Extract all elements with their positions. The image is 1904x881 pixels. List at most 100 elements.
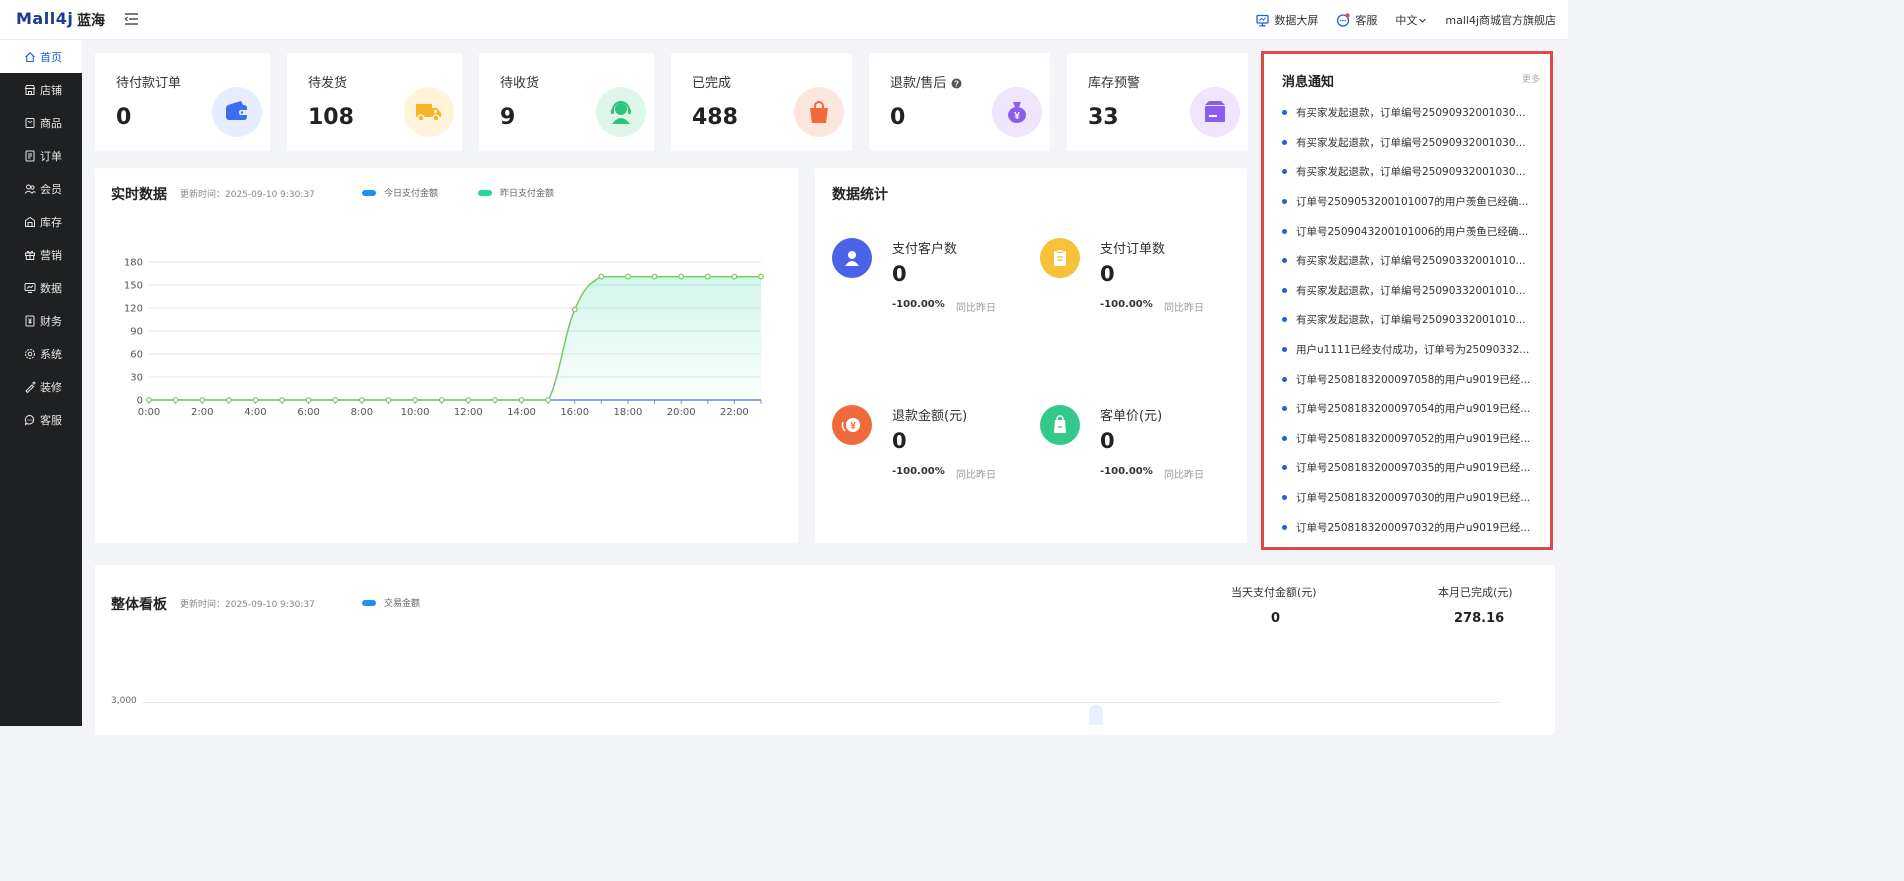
legend-label: 昨日支付金额 [500, 189, 555, 199]
bullet-dot [1282, 169, 1287, 175]
notice-text: 订单号2508183200097058的用户u9019已经... [1296, 373, 1531, 386]
board-update-time: 更新时间：2025-09-10 9:30:37 [180, 600, 315, 610]
notice-item[interactable]: 订单号2508183200097054的用户u9019已经... [1282, 394, 1540, 424]
notice-text: 有买家发起退款，订单编号25090932001030... [1296, 136, 1526, 149]
wallet-icon [212, 87, 262, 137]
bullet-dot [1282, 495, 1287, 501]
svg-text:¥: ¥ [1014, 111, 1020, 122]
notice-text: 有买家发起退款，订单编号25090332001010... [1296, 314, 1526, 327]
stat-label: 退款/售后 ? [890, 72, 962, 91]
notice-item[interactable]: 有买家发起退款，订单编号25090932001030... [1282, 98, 1540, 128]
realtime-chart: 0 30 60 90 120 150 180 0:00 2:00 4:00 6:00 8:00 10:0… [124, 258, 764, 418]
stat-label: 待收货 [500, 76, 540, 91]
sidebar-item-decorate[interactable]: 装修 [0, 370, 82, 403]
data-point [385, 397, 392, 403]
sidebar-item-label: 财务 [40, 314, 62, 328]
ds-pct: -100.00% [1100, 299, 1153, 310]
ds-pct: -100.00% [892, 299, 945, 310]
legend-trade-amount[interactable]: 交易金额 [362, 596, 420, 609]
home-icon [25, 51, 35, 62]
board-y-tick: 3,000 [111, 696, 137, 706]
x-tick-label: 22:00 [720, 407, 749, 418]
notice-item[interactable]: 订单号2508183200097032的用户u9019已经... [1282, 512, 1540, 542]
notice-item[interactable]: 订单号2508183200097058的用户u9019已经... [1282, 364, 1540, 394]
bullet-dot [1282, 139, 1287, 145]
stat-card-stock-warning[interactable]: 库存预警 33 [1067, 53, 1248, 151]
bullet-dot [1282, 199, 1287, 205]
user-icon [832, 238, 872, 278]
sidebar-item-home[interactable]: 首页 [0, 40, 82, 73]
notice-item[interactable]: 订单号2508183200097030的用户u9019已经... [1282, 483, 1540, 513]
sidebar-item-goods[interactable]: 商品 [0, 106, 82, 139]
data-point [279, 397, 285, 403]
notice-item[interactable]: 有买家发起退款，订单编号25090332001010... [1282, 276, 1540, 306]
sidebar: 首页 店铺 商品 订单 会员 库存 营销 数据 财务 系统 装修 客服 [0, 40, 82, 726]
sidebar-item-label: 首页 [40, 50, 62, 64]
customer-service-link[interactable]: 客服 [1336, 12, 1377, 28]
ds-compare: 同比昨日 [1164, 303, 1204, 314]
bullet-dot [1282, 376, 1287, 382]
top-bar: Mall4j 蓝海 数据大屏 客服 中文 mall4j商城官方旗舰店 [0, 0, 1568, 40]
notice-item[interactable]: 用户u1111已经支付成功，订单号为25090332... [1282, 335, 1540, 365]
notice-item[interactable]: 订单号2509043200101006的用户羡鱼已经确... [1282, 216, 1540, 246]
sidebar-item-system[interactable]: 系统 [0, 337, 82, 370]
bullet-dot [1282, 258, 1287, 264]
notice-item[interactable]: 订单号2509053200101007的用户羡鱼已经确... [1282, 187, 1540, 217]
y-tick-label: 60 [130, 350, 143, 361]
big-screen-link[interactable]: 数据大屏 [1256, 12, 1318, 28]
language-select[interactable]: 中文 [1395, 12, 1427, 28]
notice-item[interactable]: 订单号2508183200097052的用户u9019已经... [1282, 424, 1540, 454]
bag-icon [794, 87, 844, 137]
month-completed-label: 本月已完成(元) [1438, 586, 1513, 599]
notice-item[interactable]: 有买家发起退款，订单编号25090332001010... [1282, 246, 1540, 276]
data-point [651, 273, 658, 280]
board-title: 整体看板 [111, 597, 167, 613]
ds-value: 0 [892, 262, 907, 286]
sidebar-item-member[interactable]: 会员 [0, 172, 82, 205]
x-tick-label: 12:00 [454, 407, 483, 418]
bullet-dot [1282, 524, 1287, 530]
notice-item[interactable]: 有买家发起退款，订单编号25090932001030... [1282, 128, 1540, 158]
stats-panel: 数据统计 支付客户数 0 -100.00% 同比昨日 支付订单数 0 -100.… [815, 168, 1247, 543]
data-point [332, 397, 339, 403]
stat-card-pending-payment[interactable]: 待付款订单 0 [95, 53, 270, 151]
sidebar-item-service[interactable]: 客服 [0, 403, 82, 436]
sidebar-item-order[interactable]: 订单 [0, 139, 82, 172]
legend-today[interactable]: 今日支付金额 [362, 186, 438, 199]
box-icon [1190, 87, 1240, 137]
data-point [305, 397, 312, 403]
bullet-dot [1282, 287, 1287, 293]
sidebar-item-shop[interactable]: 店铺 [0, 73, 82, 106]
x-tick-label: 18:00 [614, 407, 643, 418]
stat-card-refund[interactable]: 退款/售后 ? 0 ¥ [869, 53, 1050, 151]
y-tick-label: 0 [137, 396, 143, 407]
notice-item[interactable]: 有买家发起退款，订单编号25090932001030... [1282, 157, 1540, 187]
y-tick-label: 120 [124, 304, 143, 315]
notice-item[interactable]: 订单号2508183200097035的用户u9019已经... [1282, 453, 1540, 483]
sidebar-item-label: 客服 [40, 413, 62, 427]
notice-text: 订单号2508183200097032的用户u9019已经... [1296, 521, 1531, 534]
bullet-dot [1282, 435, 1287, 441]
sidebar-item-data[interactable]: 数据 [0, 271, 82, 304]
sidebar-item-stock[interactable]: 库存 [0, 205, 82, 238]
sidebar-item-finance[interactable]: 财务 [0, 304, 82, 337]
stat-card-completed[interactable]: 已完成 488 [671, 53, 852, 151]
notice-text: 订单号2509053200101007的用户羡鱼已经确... [1296, 196, 1529, 209]
x-tick-label: 10:00 [401, 407, 430, 418]
stat-value: 33 [1088, 105, 1119, 130]
svg-text:?: ? [954, 79, 959, 88]
board-gridline [143, 702, 1499, 703]
headset-icon [596, 87, 646, 137]
logo[interactable]: Mall4j [16, 9, 73, 28]
legend-yesterday[interactable]: 昨日支付金额 [478, 186, 554, 199]
store-name[interactable]: mall4j商城官方旗舰店 [1445, 12, 1556, 28]
stat-card-pending-receipt[interactable]: 待收货 9 [479, 53, 654, 151]
sidebar-item-marketing[interactable]: 营销 [0, 238, 82, 271]
notice-more-link[interactable]: 更多 [1522, 72, 1540, 85]
menu-toggle-icon[interactable] [124, 11, 140, 27]
stat-card-pending-shipment[interactable]: 待发货 108 [287, 53, 462, 151]
sidebar-item-label: 装修 [40, 380, 62, 394]
help-icon[interactable]: ? [951, 78, 962, 89]
notice-item[interactable]: 有买家发起退款，订单编号25090332001010... [1282, 305, 1540, 335]
monitor-icon [1256, 14, 1270, 26]
